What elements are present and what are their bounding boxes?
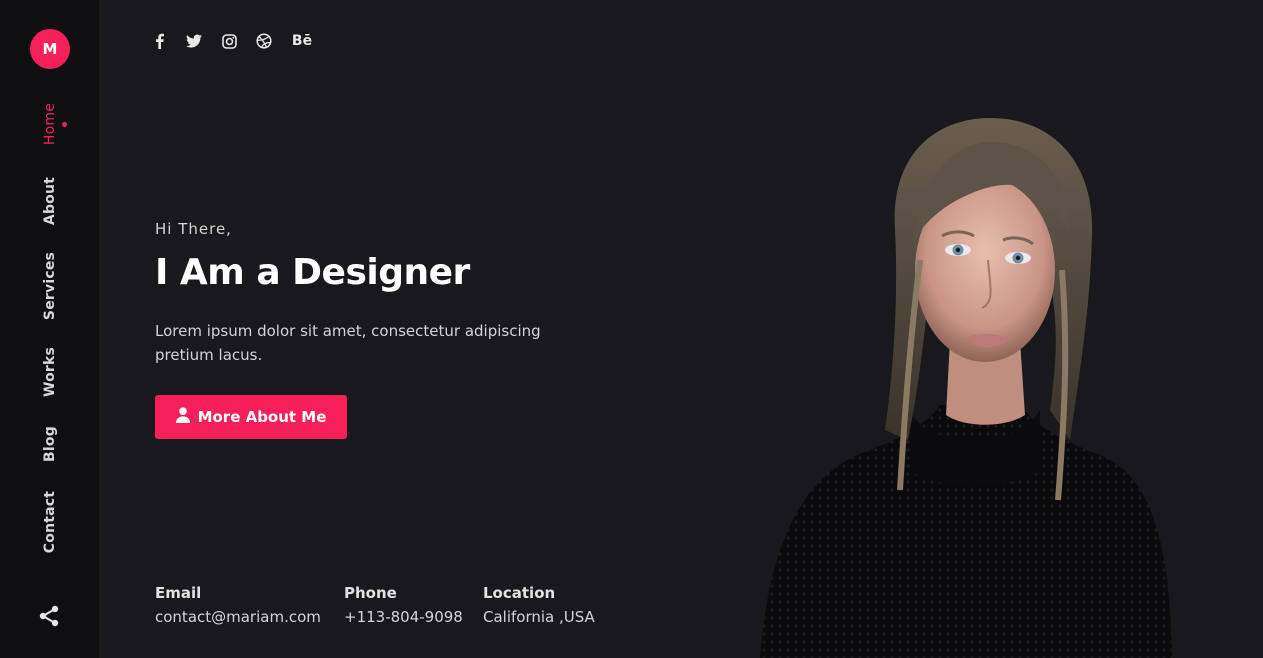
intro-text: Lorem ipsum dolor sit amet, consectetur … [155, 322, 541, 364]
nav-services[interactable]: Services [42, 252, 58, 320]
more-about-me-button[interactable]: More About Me [155, 395, 347, 439]
nav-works[interactable]: Works [42, 347, 58, 397]
phone-label: Phone [344, 584, 397, 602]
active-indicator-dot [62, 122, 67, 127]
social-links: Bē [151, 31, 332, 51]
location-label: Location [483, 584, 556, 602]
dribbble-icon[interactable] [256, 31, 272, 51]
email-value[interactable]: contact@mariam.com [155, 608, 321, 626]
sidebar: M Home About Services Works Blog Contact [0, 0, 99, 658]
email-label: Email [155, 584, 202, 602]
page: M Home About Services Works Blog Contact [0, 0, 1263, 658]
phone-block: Phone +113-804-9098 [344, 584, 463, 626]
headline: I Am a Designer [155, 252, 470, 293]
nav-home[interactable]: Home [42, 103, 58, 145]
instagram-icon[interactable] [221, 31, 237, 51]
nav-blog[interactable]: Blog [42, 426, 58, 462]
logo[interactable]: M [30, 29, 70, 69]
user-icon [175, 407, 190, 427]
nav-about[interactable]: About [42, 177, 58, 225]
share-icon[interactable] [37, 604, 61, 628]
behance-icon[interactable]: Bē [291, 31, 313, 51]
twitter-icon[interactable] [186, 31, 202, 51]
portrait-photo [760, 118, 1172, 658]
facebook-icon[interactable] [151, 31, 167, 51]
phone-value[interactable]: +113-804-9098 [344, 608, 463, 626]
more-about-me-label: More About Me [197, 408, 327, 426]
email-block: Email contact@mariam.com [155, 584, 321, 626]
nav-contact[interactable]: Contact [42, 491, 58, 553]
greeting: Hi There, [155, 220, 232, 238]
location-block: Location California ,USA [483, 584, 595, 626]
location-value: California ,USA [483, 608, 595, 626]
